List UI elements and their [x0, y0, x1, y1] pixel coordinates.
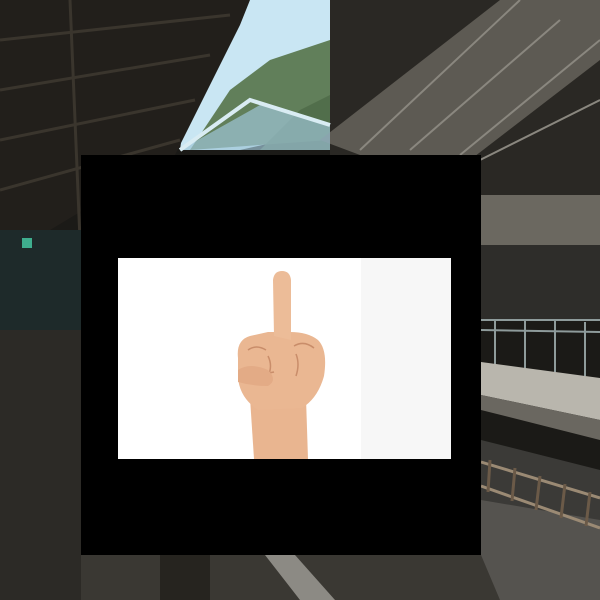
hand-gesture-image — [118, 258, 451, 459]
middle-finger — [273, 271, 291, 340]
inset-photo — [118, 258, 451, 459]
platform-pillar — [160, 555, 210, 600]
black-overlay-frame — [81, 155, 481, 555]
left-platform-floor — [0, 330, 81, 600]
right-wall-top — [481, 195, 600, 245]
exit-sign — [22, 238, 32, 248]
